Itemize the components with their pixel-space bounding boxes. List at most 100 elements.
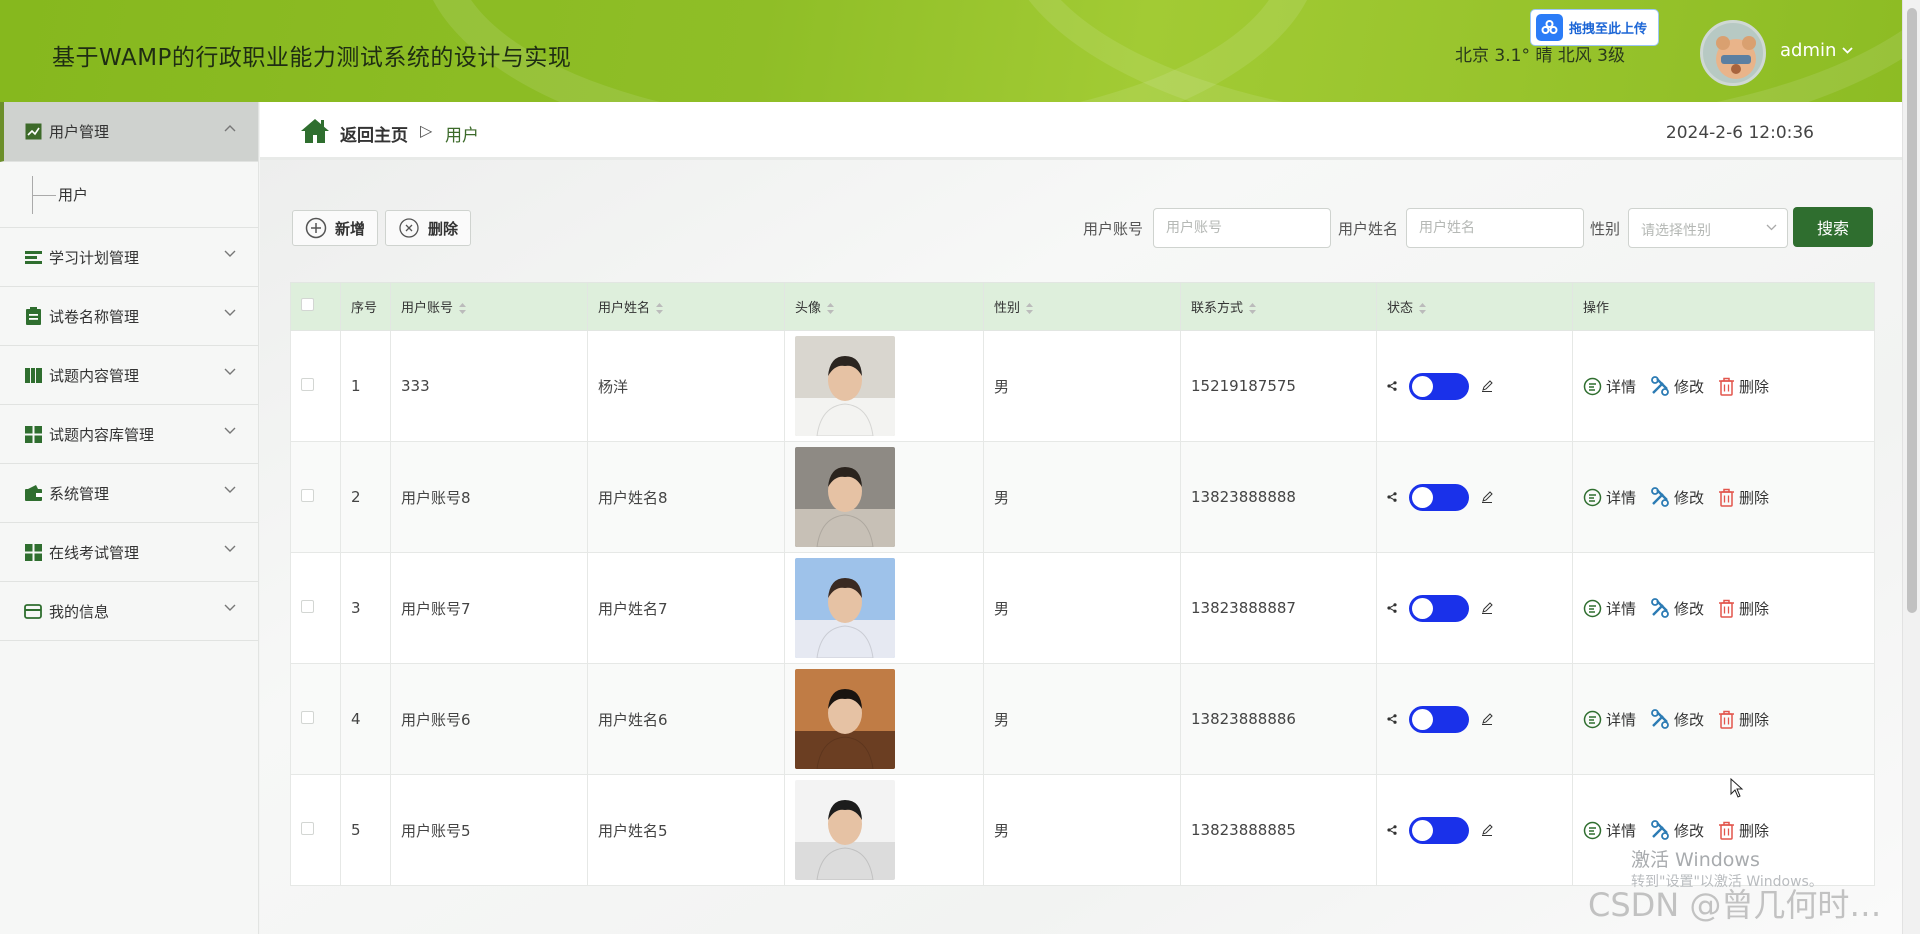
sort-icon[interactable] xyxy=(656,303,664,314)
current-datetime: 2024-2-6 12:0:36 xyxy=(1665,123,1814,143)
row-gender: 男 xyxy=(983,330,1181,442)
share-icon[interactable] xyxy=(1387,381,1397,391)
delete-button[interactable]: 删除 xyxy=(1718,820,1769,841)
detail-button[interactable]: 详情 xyxy=(1583,376,1636,397)
batch-delete-button[interactable]: 删除 xyxy=(385,210,472,246)
account-search-input[interactable] xyxy=(1153,208,1331,248)
sidebar-item-user-management[interactable]: 用户管理 xyxy=(0,102,258,162)
sidebar-subitem-user[interactable]: 用户 xyxy=(0,162,258,228)
share-icon[interactable] xyxy=(1387,825,1397,835)
delete-button[interactable]: 删除 xyxy=(1718,487,1769,508)
sort-icon[interactable] xyxy=(1249,303,1257,314)
sidebar-item-paper-name[interactable]: 试卷名称管理 xyxy=(0,287,258,346)
search-button[interactable]: 搜索 xyxy=(1793,207,1873,247)
column-header-name[interactable]: 用户姓名 xyxy=(587,282,785,331)
edit-button[interactable]: 修改 xyxy=(1650,598,1704,619)
sidebar-item-label: 试题内容库管理 xyxy=(49,425,155,444)
user-avatar[interactable] xyxy=(1700,20,1766,86)
edit-pen-icon[interactable] xyxy=(1481,602,1493,614)
add-button[interactable]: 新增 xyxy=(292,210,379,246)
edit-pen-icon[interactable] xyxy=(1481,824,1493,836)
edit-label: 修改 xyxy=(1674,821,1705,840)
status-toggle[interactable] xyxy=(1409,816,1469,844)
row-phone: 13823888888 xyxy=(1180,441,1377,553)
edit-button[interactable]: 修改 xyxy=(1650,709,1704,730)
detail-button[interactable]: 详情 xyxy=(1583,598,1636,619)
detail-button[interactable]: 详情 xyxy=(1583,709,1636,730)
column-header-account[interactable]: 用户账号 xyxy=(390,282,588,331)
delete-label: 删除 xyxy=(1739,599,1770,618)
page-scrollbar[interactable] xyxy=(1902,0,1920,934)
sort-icon[interactable] xyxy=(827,303,835,314)
status-toggle[interactable] xyxy=(1409,705,1469,733)
column-header-status[interactable]: 状态 xyxy=(1376,282,1573,331)
delete-button[interactable]: 删除 xyxy=(1718,709,1769,730)
row-phone: 13823888886 xyxy=(1180,663,1377,775)
sort-icon[interactable] xyxy=(1026,303,1034,314)
row-checkbox[interactable] xyxy=(301,600,314,613)
upload-widget[interactable]: 拖拽至此上传 xyxy=(1530,9,1659,46)
delete-label: 删除 xyxy=(1739,821,1770,840)
user-photo[interactable] xyxy=(795,558,895,658)
share-icon[interactable] xyxy=(1387,714,1397,724)
user-photo[interactable] xyxy=(795,669,895,769)
status-toggle[interactable] xyxy=(1409,594,1469,622)
edit-button[interactable]: 修改 xyxy=(1650,820,1704,841)
column-header-label: 头像 xyxy=(795,301,822,316)
user-photo[interactable] xyxy=(795,780,895,880)
edit-button[interactable]: 修改 xyxy=(1650,487,1704,508)
row-gender: 男 xyxy=(983,663,1181,775)
sidebar-item-question-bank[interactable]: 试题内容库管理 xyxy=(0,405,258,464)
tools-icon xyxy=(1651,709,1669,729)
column-header-gender[interactable]: 性别 xyxy=(983,282,1181,331)
status-toggle[interactable] xyxy=(1409,483,1469,511)
row-actions-cell: 详情 修改 删除 xyxy=(1572,663,1875,775)
table-row[interactable]: 4 用户账号6 用户姓名6 男 13823888886 详情 修改 删除 xyxy=(290,663,1875,775)
row-phone: 15219187575 xyxy=(1180,330,1377,442)
select-all-checkbox[interactable] xyxy=(301,298,314,311)
column-header-avatar[interactable]: 头像 xyxy=(784,282,984,331)
column-header: 序号 xyxy=(340,282,391,331)
detail-button[interactable]: 详情 xyxy=(1583,487,1636,508)
chevron-down-icon xyxy=(224,250,236,257)
name-search-input[interactable] xyxy=(1406,208,1584,248)
sidebar-item-system[interactable]: 系统管理 xyxy=(0,464,258,523)
row-checkbox[interactable] xyxy=(301,378,314,391)
sidebar-item-my-info[interactable]: 我的信息 xyxy=(0,582,258,641)
edit-pen-icon[interactable] xyxy=(1481,380,1493,392)
table-row[interactable]: 2 用户账号8 用户姓名8 男 13823888888 详情 修改 删除 xyxy=(290,441,1875,553)
row-account: 用户账号8 xyxy=(390,441,588,553)
sort-icon[interactable] xyxy=(1419,303,1427,314)
table-row[interactable]: 3 用户账号7 用户姓名7 男 13823888887 详情 修改 删除 xyxy=(290,552,1875,664)
sort-icon[interactable] xyxy=(459,303,467,314)
delete-button[interactable]: 删除 xyxy=(1718,598,1769,619)
share-icon[interactable] xyxy=(1387,603,1397,613)
user-photo[interactable] xyxy=(795,447,895,547)
detail-button[interactable]: 详情 xyxy=(1583,820,1636,841)
main-content: 返回主页 ▷ 用户 2024-2-6 12:0:36 新增 删除 用户账号 用户… xyxy=(260,102,1902,934)
delete-button[interactable]: 删除 xyxy=(1718,376,1769,397)
sidebar-item-online-exam[interactable]: 在线考试管理 xyxy=(0,523,258,582)
edit-button[interactable]: 修改 xyxy=(1650,376,1704,397)
gender-select[interactable]: 请选择性别 xyxy=(1628,208,1788,248)
user-menu[interactable]: admin xyxy=(1780,40,1854,61)
home-icon[interactable] xyxy=(300,118,330,144)
status-toggle[interactable] xyxy=(1409,372,1469,400)
edit-pen-icon[interactable] xyxy=(1481,713,1493,725)
grid-icon xyxy=(24,543,42,561)
row-checkbox[interactable] xyxy=(301,822,314,835)
sidebar-item-question-content[interactable]: 试题内容管理 xyxy=(0,346,258,405)
scrollbar-thumb[interactable] xyxy=(1907,8,1917,613)
sidebar-item-study-plan[interactable]: 学习计划管理 xyxy=(0,228,258,287)
edit-pen-icon[interactable] xyxy=(1481,491,1493,503)
batch-delete-label: 删除 xyxy=(428,219,459,238)
share-icon[interactable] xyxy=(1387,492,1397,502)
table-row[interactable]: 1 333 杨洋 男 15219187575 详情 修改 删除 xyxy=(290,330,1875,442)
row-select-cell xyxy=(290,441,341,553)
user-photo[interactable] xyxy=(795,336,895,436)
row-actions-cell: 详情 修改 删除 xyxy=(1572,441,1875,553)
breadcrumb-home-link[interactable]: 返回主页 xyxy=(340,121,408,146)
column-header-phone[interactable]: 联系方式 xyxy=(1180,282,1377,331)
row-checkbox[interactable] xyxy=(301,711,314,724)
row-checkbox[interactable] xyxy=(301,489,314,502)
